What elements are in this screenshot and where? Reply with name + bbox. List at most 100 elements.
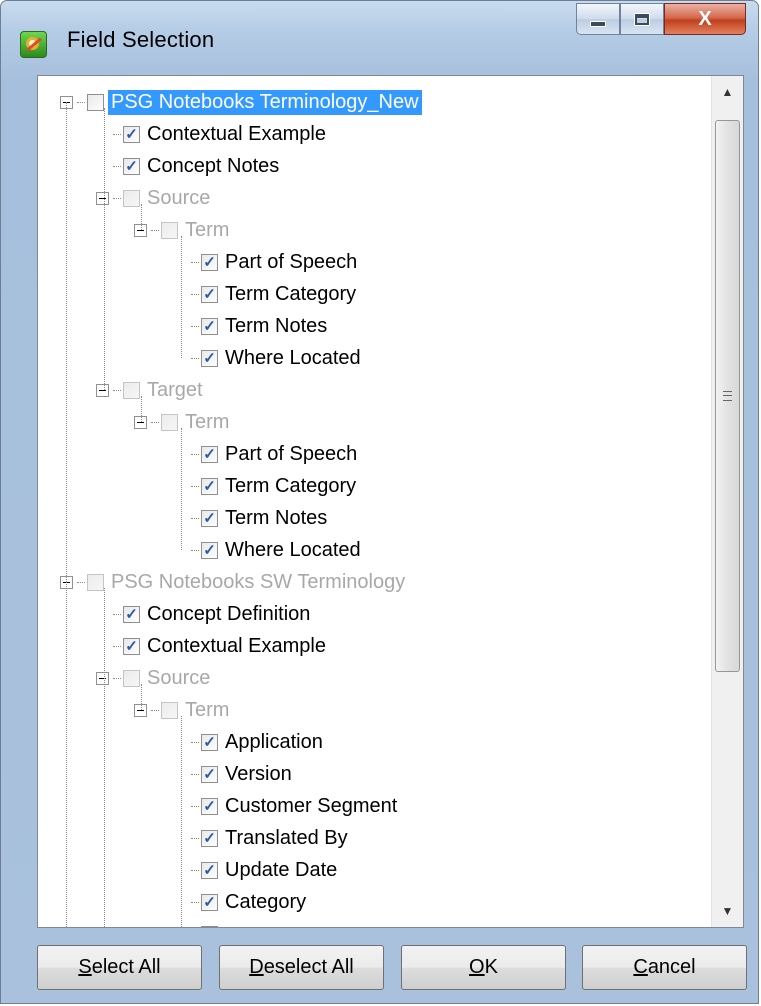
collapse-icon[interactable] (96, 671, 109, 685)
checkbox[interactable]: ✓ (201, 477, 218, 495)
tree-node[interactable]: ✓ Term Notes (174, 310, 330, 342)
tree-node[interactable]: ✓ Part of Speech (174, 438, 360, 470)
tree-node[interactable]: PSG Notebooks Terminology_New (60, 86, 422, 118)
checkbox[interactable] (201, 925, 218, 927)
tree-node[interactable]: Term (134, 694, 232, 726)
checkbox[interactable] (161, 701, 178, 719)
tree-connector (151, 229, 159, 231)
checkbox[interactable]: ✓ (201, 541, 218, 559)
tree-node[interactable]: ✓ Category (174, 886, 309, 918)
tree-node[interactable]: ✓ Translated By (174, 822, 351, 854)
tree-node[interactable]: ✓ Contextual Example (96, 118, 329, 150)
tree-node-label[interactable]: Term (182, 218, 232, 243)
minimize-icon (590, 21, 606, 27)
tree-node-label[interactable]: PSG Notebooks Terminology_New (108, 89, 422, 115)
scroll-down-arrow-icon[interactable]: ▼ (712, 895, 743, 927)
tree-node[interactable]: ✓ Contextual Example (96, 630, 329, 662)
tree-node-label[interactable]: Source (144, 186, 213, 211)
tree-node[interactable]: ✓ Concept Definition (96, 598, 313, 630)
tree-node-label[interactable]: Contextual Example (144, 634, 329, 659)
checkbox[interactable]: ✓ (201, 829, 218, 847)
tree-node-label[interactable]: Term Category (222, 474, 359, 499)
scroll-up-arrow-icon[interactable]: ▲ (712, 76, 743, 108)
tree-connector (191, 261, 199, 263)
tree-node-label[interactable]: Version (222, 762, 295, 787)
collapse-icon[interactable] (96, 383, 109, 397)
tree-node-label[interactable]: Part of Speech (222, 442, 360, 467)
maximize-button[interactable] (620, 3, 664, 35)
tree-node[interactable]: PSG Notebooks SW Terminology (60, 566, 408, 598)
checkbox[interactable]: ✓ (201, 861, 218, 879)
checkbox[interactable]: ✓ (201, 797, 218, 815)
tree-node[interactable]: ✓ Term Category (174, 470, 359, 502)
tree-node-label[interactable]: Term (182, 410, 232, 435)
checkbox[interactable]: ✓ (201, 253, 218, 271)
checkbox[interactable]: ✓ (201, 445, 218, 463)
checkbox[interactable]: ✓ (123, 605, 140, 623)
tree-node-label[interactable]: Source (144, 666, 213, 691)
checkbox[interactable]: ✓ (201, 509, 218, 527)
tree-node-label[interactable]: Term Category (222, 282, 359, 307)
tree-node[interactable]: ✓ Application (174, 726, 326, 758)
cancel-button[interactable]: Cancel (582, 945, 747, 990)
checkbox[interactable]: ✓ (123, 637, 140, 655)
select-all-button[interactable]: Select All (37, 945, 202, 990)
checkbox[interactable] (87, 573, 104, 591)
tree-node-label[interactable]: Application (222, 730, 326, 755)
deselect-all-button[interactable]: Deselect All (219, 945, 384, 990)
tree-node-label[interactable]: Concept Notes (144, 154, 282, 179)
tree-node-label[interactable]: Where Located (222, 346, 364, 371)
checkbox[interactable]: ✓ (201, 765, 218, 783)
close-button[interactable]: X (664, 3, 746, 35)
tree-node-label[interactable]: Update Date (222, 858, 340, 883)
tree-node-label[interactable]: Target (144, 378, 206, 403)
tree-node-label[interactable]: Category (222, 890, 309, 915)
checkbox[interactable]: ✓ (201, 893, 218, 911)
tree-vertical-connector (141, 684, 142, 710)
checkbox[interactable] (161, 221, 178, 239)
checkbox[interactable] (123, 381, 140, 399)
checkbox[interactable]: ✓ (201, 733, 218, 751)
tree-node-partial[interactable] (174, 918, 222, 927)
tree-node-label[interactable]: PSG Notebooks SW Terminology (108, 570, 408, 595)
checkbox[interactable]: ✓ (123, 125, 140, 143)
tree-node-label[interactable]: Part of Speech (222, 250, 360, 275)
tree-node-label[interactable]: Term Notes (222, 314, 330, 339)
tree-node[interactable]: ✓ Where Located (174, 342, 364, 374)
tree-node[interactable]: ✓ Concept Notes (96, 150, 282, 182)
checkbox[interactable] (123, 189, 140, 207)
tree-node[interactable]: ✓ Customer Segment (174, 790, 400, 822)
tree-node[interactable]: ✓ Term Notes (174, 502, 330, 534)
checkbox[interactable]: ✓ (201, 349, 218, 367)
tree-node[interactable]: Target (96, 374, 206, 406)
scroll-thumb[interactable] (715, 120, 740, 672)
tree-node[interactable]: ✓ Term Category (174, 278, 359, 310)
collapse-icon[interactable] (96, 191, 109, 205)
tree-node-label[interactable]: Concept Definition (144, 602, 313, 627)
tree-node[interactable]: ✓ Part of Speech (174, 246, 360, 278)
title-bar[interactable]: Field Selection X (1, 1, 758, 75)
vertical-scrollbar[interactable]: ▲ ▼ (711, 76, 743, 927)
checkbox[interactable]: ✓ (201, 285, 218, 303)
checkbox[interactable]: ✓ (201, 317, 218, 335)
tree-node-label[interactable]: Term Notes (222, 506, 330, 531)
tree-node[interactable]: ✓ Update Date (174, 854, 340, 886)
minimize-button[interactable] (576, 3, 620, 35)
tree-node-label[interactable]: Term (182, 698, 232, 723)
tree-node[interactable]: Term (134, 406, 232, 438)
checkbox[interactable] (161, 413, 178, 431)
checkbox[interactable] (123, 669, 140, 687)
tree-node-label[interactable]: Customer Segment (222, 794, 400, 819)
tree-node[interactable]: Source (96, 182, 213, 214)
tree-node-label[interactable]: Where Located (222, 538, 364, 563)
tree-node-label[interactable]: Translated By (222, 826, 351, 851)
tree-node-label[interactable]: Contextual Example (144, 122, 329, 147)
tree-node[interactable]: Term (134, 214, 232, 246)
checkbox[interactable]: ✓ (123, 157, 140, 175)
tree-node[interactable]: ✓ Where Located (174, 534, 364, 566)
tree-node[interactable]: ✓ Version (174, 758, 295, 790)
ok-button[interactable]: OK (401, 945, 566, 990)
tree-node[interactable]: Source (96, 662, 213, 694)
tree-connector (77, 581, 85, 583)
checkbox[interactable] (87, 93, 104, 111)
